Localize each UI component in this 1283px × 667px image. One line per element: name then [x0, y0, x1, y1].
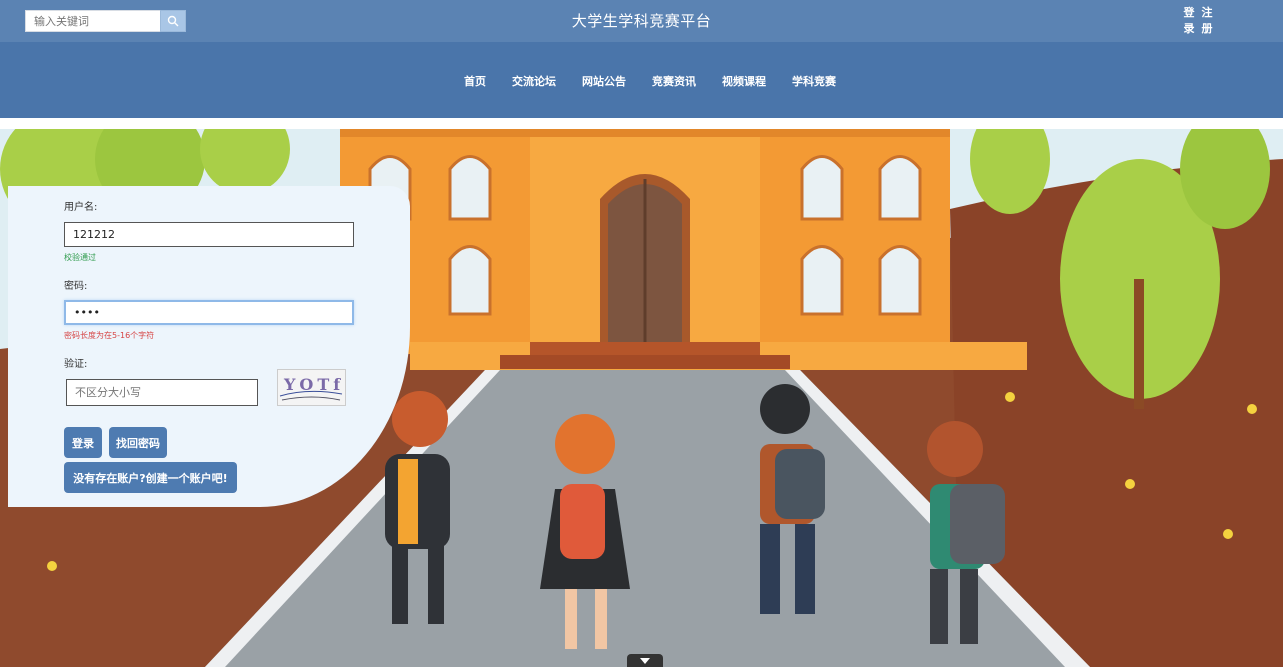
password-input[interactable] [64, 300, 354, 325]
auth-links: 登 注 录 册 [1180, 6, 1216, 36]
page: 大学生学科竞赛平台 登 注 录 册 首页 交流论坛 网站公告 竞赛资讯 视频课程… [0, 0, 1283, 667]
username-label: 用户名: [64, 202, 98, 213]
captcha-noise-graphic: YOTf [279, 375, 343, 401]
register-link-part-1[interactable]: 注 [1198, 6, 1216, 20]
captcha-input[interactable] [66, 379, 258, 406]
top-header: 大学生学科竞赛平台 登 注 录 册 [0, 0, 1283, 42]
nav-item-home[interactable]: 首页 [464, 73, 486, 89]
login-button[interactable]: 登录 [64, 427, 102, 458]
site-title: 大学生学科竞赛平台 [571, 12, 712, 30]
register-link-part-2[interactable]: 册 [1198, 22, 1216, 36]
captcha-image[interactable]: YOTf [277, 369, 346, 406]
password-validation-message: 密码长度为在5-16个字符 [64, 331, 155, 340]
nav-item-competitions[interactable]: 学科竞赛 [792, 73, 836, 89]
nav-item-announcements[interactable]: 网站公告 [582, 73, 626, 89]
nav-item-competition-news[interactable]: 竞赛资讯 [652, 73, 696, 89]
nav-item-video-courses[interactable]: 视频课程 [722, 73, 766, 89]
login-link-part-2[interactable]: 录 [1180, 22, 1198, 36]
username-input[interactable] [64, 222, 354, 247]
scroll-down-button[interactable] [627, 654, 663, 667]
header-divider [0, 118, 1283, 129]
login-link-part-1[interactable]: 登 [1180, 6, 1198, 20]
main-nav: 首页 交流论坛 网站公告 竞赛资讯 视频课程 学科竞赛 [0, 42, 1283, 118]
captcha-label: 验证: [64, 359, 88, 370]
register-button[interactable]: 没有存在账户?创建一个账户吧! [64, 462, 237, 493]
password-label: 密码: [64, 281, 88, 292]
username-validation-message: 校验通过 [64, 253, 96, 262]
nav-item-forum[interactable]: 交流论坛 [512, 73, 556, 89]
recover-password-button[interactable]: 找回密码 [109, 427, 167, 458]
